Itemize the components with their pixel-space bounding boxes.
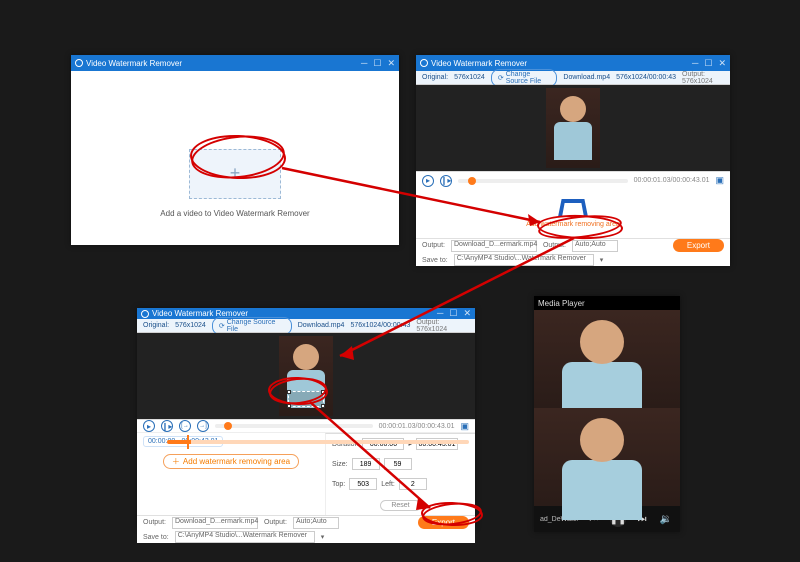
seek-slider[interactable] (215, 424, 373, 428)
export-button[interactable]: Export (418, 516, 469, 529)
playback-controls: ▸ ❙▸ 00:00:01.03/00:00:43.01 ▣ (416, 171, 730, 189)
seek-slider[interactable] (458, 179, 628, 183)
titlebar: Video Watermark Remover ─ ☐ ✕ (416, 55, 730, 71)
app-logo-icon (141, 310, 149, 318)
window-empty-dropzone: Video Watermark Remover ─ ☐ ✕ + Add a vi… (71, 55, 399, 245)
save-to-label: Save to: (422, 257, 448, 264)
output-file-label: Output: (422, 242, 445, 249)
volume-icon[interactable]: 🔉 (658, 511, 674, 527)
add-area-zone: Add watermark removing area (416, 189, 730, 238)
footer-bar: Output: Download_D...ermark.mp4 Output: … (137, 515, 475, 543)
source-dims: 576x1024/00:00:43 (616, 74, 676, 81)
plus-icon: + (230, 163, 241, 184)
close-icon[interactable]: ✕ (463, 308, 471, 319)
minimize-icon[interactable]: ─ (361, 58, 367, 69)
size-width-input[interactable] (352, 458, 380, 470)
set-in-icon[interactable]: [→ (179, 420, 191, 432)
output-format-select[interactable]: Auto;Auto (572, 240, 618, 252)
app-logo-icon (420, 59, 428, 67)
app-title: Video Watermark Remover (86, 59, 182, 68)
step-icon[interactable]: ❙▸ (440, 175, 452, 187)
set-out-icon[interactable]: →] (197, 420, 209, 432)
source-info-bar: Original: 576x1024 ⟳ Change Source File … (137, 319, 475, 333)
save-path-field[interactable]: C:\AnyMP4 Studio\...Watermark Remover (175, 531, 315, 543)
titlebar: Video Watermark Remover ─ ☐ ✕ (71, 55, 399, 71)
size-height-input[interactable] (384, 458, 412, 470)
top-label: Top: (332, 481, 345, 488)
area-properties-panel: Duration ▸ Size: Top: Left: Reset (325, 433, 475, 515)
media-frame-bottom (534, 408, 680, 506)
video-preview (416, 85, 730, 171)
close-icon[interactable]: ✕ (718, 58, 726, 69)
save-path-dropdown-icon[interactable]: ▾ (321, 533, 325, 541)
minimize-icon[interactable]: ─ (437, 308, 443, 319)
add-video-dropzone[interactable]: + (189, 149, 281, 199)
save-path-dropdown-icon[interactable]: ▾ (600, 256, 604, 264)
media-frame-top (534, 310, 680, 408)
play-icon[interactable]: ▸ (422, 175, 434, 187)
left-input[interactable] (399, 478, 427, 490)
maximize-icon[interactable]: ☐ (704, 58, 712, 69)
source-info-bar: Original: 576x1024 ⟳ Change Source File … (416, 71, 730, 85)
output-format-label: Output: (543, 242, 566, 249)
original-label: Original: (422, 74, 448, 81)
video-preview[interactable] (137, 333, 475, 419)
empty-canvas: + Add a video to Video Watermark Remover (71, 71, 399, 245)
watermark-selection-box[interactable] (288, 391, 324, 407)
maximize-icon[interactable]: ☐ (449, 308, 457, 319)
add-area-link[interactable]: Add watermark removing area (526, 221, 620, 228)
app-logo-icon (75, 59, 83, 67)
snapshot-icon[interactable]: ▣ (715, 175, 724, 186)
dropzone-hint: Add a video to Video Watermark Remover (160, 209, 309, 218)
change-source-button[interactable]: ⟳ Change Source File (212, 317, 292, 335)
minimize-icon[interactable]: ─ (692, 58, 698, 69)
titlebar: Video Watermark Remover ─ ☐ ✕ (137, 308, 475, 319)
output-file-field[interactable]: Download_D...ermark.mp4 (172, 517, 258, 529)
close-icon[interactable]: ✕ (387, 58, 395, 69)
play-icon[interactable]: ▸ (143, 420, 155, 432)
playback-controls: ▸ ❙▸ [→ →] 00:00:01.03/00:00:43.01 ▣ (137, 419, 475, 432)
media-player-window: Media Player ad_DeWate... ⏮ ❚❚ ⏭ 🔉 (534, 296, 680, 532)
change-source-button[interactable]: ⟳ Change Source File (491, 69, 558, 87)
time-display: 00:00:01.03/00:00:43.01 (634, 177, 710, 184)
app-title: Video Watermark Remover (431, 59, 527, 68)
output-file-field[interactable]: Download_D...ermark.mp4 (451, 240, 537, 252)
step-icon[interactable]: ❙▸ (161, 420, 173, 432)
snapshot-icon[interactable]: ▣ (460, 421, 469, 432)
timeline[interactable] (137, 432, 475, 433)
size-label: Size: (332, 461, 348, 468)
save-path-field[interactable]: C:\AnyMP4 Studio\...Watermark Remover (454, 254, 594, 266)
playhead-icon[interactable] (187, 435, 189, 449)
source-filename: Download.mp4 (563, 74, 610, 81)
left-label: Left: (381, 481, 395, 488)
maximize-icon[interactable]: ☐ (373, 58, 381, 69)
window-editor: Video Watermark Remover ─ ☐ ✕ Original: … (137, 308, 475, 528)
add-area-button[interactable]: ＋ Add watermark removing area (163, 454, 299, 469)
tray-icon[interactable] (558, 199, 588, 217)
footer-bar: Output: Download_D...ermark.mp4 Output: … (416, 238, 730, 266)
window-add-area: Video Watermark Remover ─ ☐ ✕ Original: … (416, 55, 730, 266)
top-input[interactable] (349, 478, 377, 490)
time-display: 00:00:01.03/00:00:43.01 (379, 423, 455, 430)
export-button[interactable]: Export (673, 239, 724, 252)
media-player-title: Media Player (534, 296, 680, 310)
original-value: 576x1024 (454, 74, 485, 81)
output-format-select[interactable]: Auto;Auto (293, 517, 339, 529)
reset-button[interactable]: Reset (380, 500, 420, 511)
video-thumbnail (546, 88, 600, 168)
